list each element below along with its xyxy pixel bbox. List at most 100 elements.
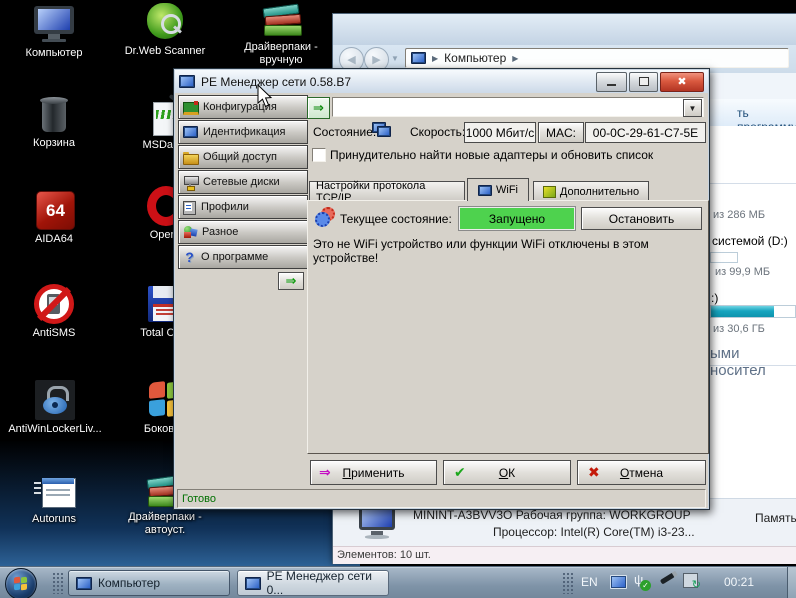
force-rescan-checkbox[interactable] <box>312 148 326 162</box>
drive-name-text[interactable]: системой (D:) <box>712 234 788 248</box>
start-button[interactable] <box>5 568 37 598</box>
tab-wifi[interactable]: WiFi <box>467 178 529 201</box>
desktop-icon-recycle-bin[interactable]: Корзина <box>0 94 108 150</box>
sidebar-item-misc[interactable]: Разное <box>178 220 308 244</box>
taskbar-task-pe-manager[interactable]: PE Менеджер сети 0... <box>237 570 389 596</box>
drive-size-text: из 30,6 ГБ <box>713 323 765 335</box>
app-icon <box>245 577 261 590</box>
pe-statusbar: Готово <box>177 489 706 508</box>
gears-icon <box>315 207 335 225</box>
taskbar-clock[interactable]: 00:21 <box>724 575 754 589</box>
breadcrumb-arrow-icon: ▶ <box>432 54 438 63</box>
desktop-icon-computer[interactable]: Компьютер <box>0 4 108 60</box>
autoruns-icon <box>30 476 78 510</box>
tab-advanced[interactable]: Дополнительно <box>533 181 649 201</box>
status-text: Готово <box>182 493 216 505</box>
breadcrumb-item[interactable]: Компьютер <box>444 51 506 65</box>
pe-manager-window: PE Менеджер сети 0.58.B7 ✖ Конфигурация … <box>173 68 710 510</box>
app-icon <box>179 75 195 88</box>
taskbar: Компьютер PE Менеджер сети 0... EN ψ ✓ ↻… <box>0 566 796 598</box>
network-drive-icon <box>183 176 198 189</box>
desktop-icon-driverpacks-manual[interactable]: Драйверпаки - вручную <box>227 2 335 67</box>
adapter-combobox[interactable]: ▼ <box>332 97 704 117</box>
network-tray-icon[interactable] <box>610 575 627 589</box>
speed-value-box: 1000 Мбит/с <box>464 122 536 143</box>
tab-tcpip[interactable]: Настройки протокола TCP/IP <box>309 181 465 201</box>
window-title: PE Менеджер сети 0.58.B7 <box>201 75 351 89</box>
mouse-cursor <box>256 84 274 110</box>
apply-button[interactable]: ⇒ Применить <box>310 460 437 485</box>
computer-icon <box>30 4 78 44</box>
shapes-icon <box>183 226 197 239</box>
desktop-icon-antisms[interactable]: AntiSMS <box>0 284 108 340</box>
current-state-label: Текущее состояние: <box>340 212 452 226</box>
green-check-icon: ✔ <box>454 464 466 481</box>
drive-name-text[interactable]: :) <box>711 291 718 305</box>
sidebar-item-sharing[interactable]: Общий доступ <box>178 145 308 169</box>
cpu-line: Процессор: Intel(R) Core(TM) i3-23... <box>493 525 695 539</box>
desktop-icon-drweb[interactable]: Dr.Web Scanner <box>111 2 219 58</box>
next-page-button[interactable]: ⇒ <box>278 272 304 290</box>
taskbar-task-computer[interactable]: Компьютер <box>68 570 230 596</box>
windows-flag-icon <box>14 577 20 584</box>
group-divider <box>705 365 796 366</box>
rescan-adapters-button[interactable]: ⇒ <box>307 97 330 119</box>
tab-strip: Настройки протокола TCP/IP WiFi Дополнит… <box>307 178 707 201</box>
maximize-button[interactable] <box>629 72 658 92</box>
items-count-text: Элементов: 10 шт. <box>337 549 431 561</box>
usb-device-tray-icon[interactable]: ψ ✓ <box>634 572 643 587</box>
explorer-statusbar: Элементов: 10 шт. <box>333 546 796 564</box>
monitor-icon <box>183 126 198 138</box>
network-adapter-icon <box>183 101 198 113</box>
sidebar-item-profiles[interactable]: Профили <box>178 195 308 219</box>
shared-folder-icon <box>183 152 198 163</box>
speed-label: Скорость: <box>410 125 465 139</box>
desktop-icon-autoruns[interactable]: Autoruns <box>0 476 108 526</box>
aida64-icon: 64 <box>30 190 78 230</box>
drive-size-text: из 99,9 МБ <box>715 266 770 278</box>
quick-launch-grip <box>52 572 65 594</box>
group-divider <box>705 183 796 184</box>
mac-value-box: 00-0C-29-61-C7-5E <box>585 122 706 143</box>
antisms-icon <box>30 284 78 324</box>
red-x-icon: ✖ <box>588 464 600 481</box>
green-export-arrow-icon: ⇒ <box>313 100 324 116</box>
cancel-button[interactable]: ✖ Отмена <box>577 460 706 485</box>
stop-wifi-button[interactable]: Остановить <box>581 207 702 230</box>
wifi-monitor-icon <box>478 185 492 196</box>
address-bar[interactable]: ▶ Компьютер ▶ <box>405 48 789 68</box>
minimize-button[interactable] <box>596 72 627 92</box>
tray-grip <box>562 572 575 594</box>
drive-usage-bar <box>710 252 738 263</box>
flash-drive-tray-icon[interactable] <box>660 572 675 584</box>
sidebar-item-network-drives[interactable]: Сетевые диски <box>178 170 308 194</box>
desktop-icon-aida64[interactable]: 64 AIDA64 <box>0 190 108 246</box>
sidebar-item-about[interactable]: ? О программе <box>178 245 308 269</box>
safely-remove-tray-icon[interactable]: ↻ <box>683 573 698 588</box>
memory-label: Память: <box>755 511 796 525</box>
wifi-tab-panel: Текущее состояние: Запущено Остановить Э… <box>307 200 709 454</box>
wifi-message-text: Это не WiFi устройство или функции WiFi … <box>313 237 708 265</box>
state-label: Состояние: <box>313 125 376 139</box>
desktop-icon-antiwinlocker[interactable]: AntiWinLockerLiv... <box>0 380 110 436</box>
advanced-net-icon <box>543 186 556 198</box>
pe-titlebar[interactable]: PE Менеджер сети 0.58.B7 ✖ <box>175 70 708 94</box>
computer-icon <box>76 577 92 590</box>
language-indicator[interactable]: EN <box>581 575 598 589</box>
sidebar-item-configuration[interactable]: Конфигурация <box>178 95 308 119</box>
show-desktop-button[interactable] <box>787 567 796 598</box>
nav-dropdown-icon[interactable]: ▼ <box>391 54 399 63</box>
explorer-titlebar[interactable] <box>333 14 796 46</box>
breadcrumb-arrow-icon: ▶ <box>512 54 518 63</box>
sidebar-item-identification[interactable]: Идентификация <box>178 120 308 144</box>
mac-label-button[interactable]: MAC: <box>538 122 584 143</box>
magenta-arrow-icon: ⇒ <box>319 464 331 481</box>
close-button[interactable]: ✖ <box>660 72 704 92</box>
recycle-bin-icon <box>30 94 78 134</box>
combobox-dropdown-button[interactable]: ▼ <box>683 99 702 117</box>
padlock-icon <box>31 380 79 420</box>
computer-icon <box>411 52 426 64</box>
drive-usage-bar <box>710 305 796 318</box>
ok-button[interactable]: ✔ ОК <box>443 460 571 485</box>
question-mark-icon: ? <box>183 249 196 265</box>
